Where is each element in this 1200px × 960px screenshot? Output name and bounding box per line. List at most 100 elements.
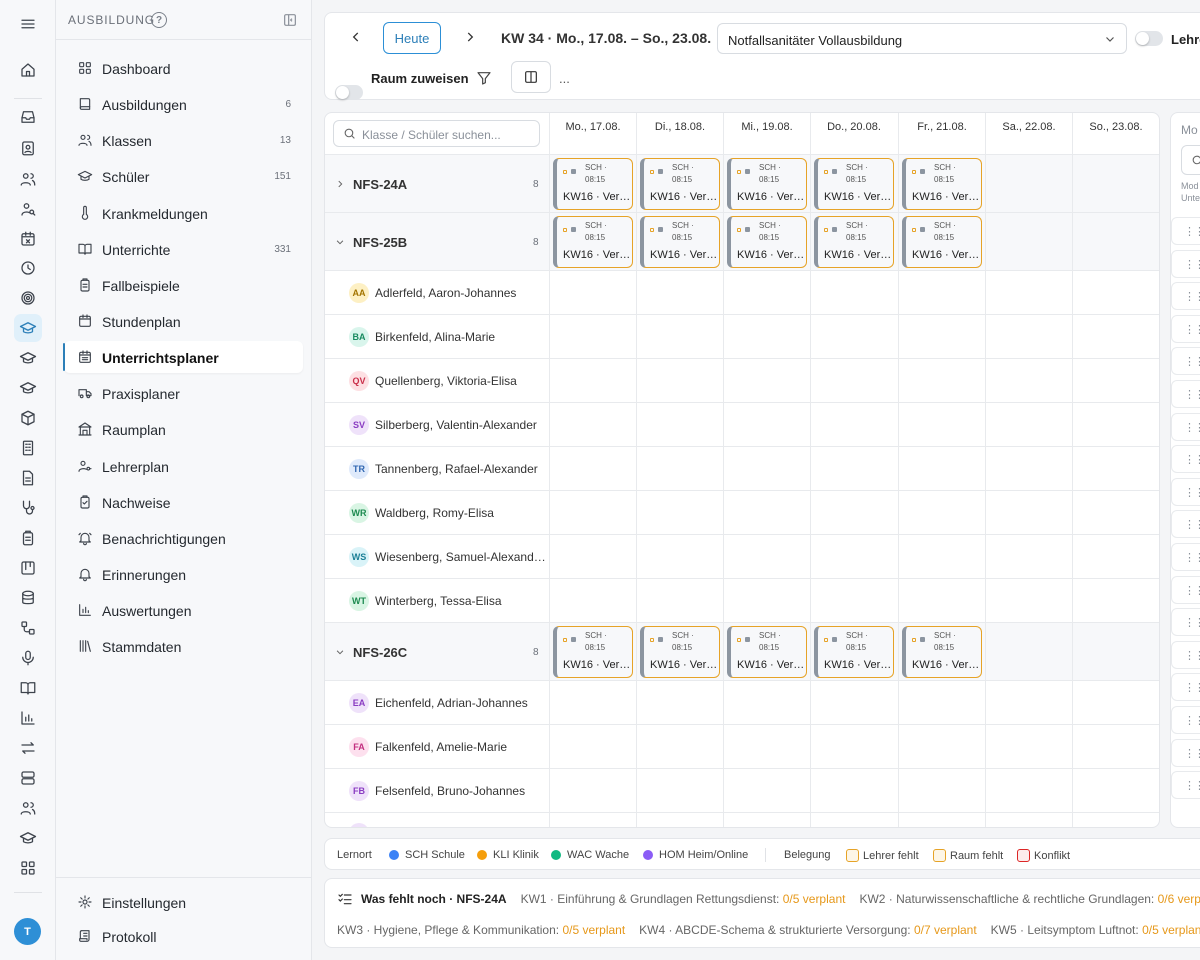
sidebar-item-raumplan[interactable]: Raumplan xyxy=(64,413,303,445)
lesson-chip[interactable]: SCH · 08:15 KW16 · Ver… xyxy=(553,216,633,268)
id-card-icon[interactable] xyxy=(14,134,42,162)
module-drag-item[interactable]: ⋮⋮ xyxy=(1171,738,1200,767)
student-name[interactable]: Tannenberg, Rafael-Alexander xyxy=(375,462,538,476)
workflow-icon[interactable] xyxy=(14,614,42,642)
student-name[interactable]: Waldberg, Romy-Elisa xyxy=(375,506,494,520)
student-name[interactable]: Wiesenberg, Samuel-Alexand… xyxy=(375,550,546,564)
student-name[interactable]: Birkenfeld, Alina-Marie xyxy=(375,330,495,344)
lesson-chip[interactable]: SCH · 08:15 KW16 · Ver… xyxy=(814,216,894,268)
clock-icon[interactable] xyxy=(14,254,42,282)
sidebar-item-dashboard[interactable]: Dashboard xyxy=(64,52,303,84)
student-name[interactable]: Silberberg, Valentin-Alexander xyxy=(375,418,537,432)
document-icon[interactable] xyxy=(14,464,42,492)
chevron-down-icon[interactable] xyxy=(335,237,345,247)
today-button[interactable]: Heute xyxy=(383,22,441,54)
lesson-chip[interactable]: SCH · 08:15 KW16 · Ver… xyxy=(640,216,720,268)
sidebar-item-stundenplan[interactable]: Stundenplan xyxy=(64,305,303,337)
lesson-chip[interactable]: SCH · 08:15 KW16 · Ver… xyxy=(727,216,807,268)
sidebar-item-einstellungen[interactable]: Einstellungen xyxy=(64,886,303,918)
target-icon[interactable] xyxy=(14,284,42,312)
lesson-chip[interactable]: SCH · 08:15 KW16 · Ver… xyxy=(727,626,807,678)
graduation-cap-icon[interactable] xyxy=(14,344,42,372)
student-name[interactable]: Falkenfeld, Amelie-Marie xyxy=(375,740,507,754)
clipboard-icon[interactable] xyxy=(14,524,42,552)
sidebar-item-lehrerplan[interactable]: Lehrerplan xyxy=(64,450,303,482)
chevron-right-icon[interactable] xyxy=(335,179,345,189)
sidebar-item-nachweise[interactable]: Nachweise xyxy=(64,486,303,518)
collapse-sidebar-icon[interactable] xyxy=(282,12,298,28)
missing-item[interactable]: KW2 · Naturwissenschaftliche & rechtlich… xyxy=(859,892,1200,906)
module-drag-item[interactable]: ⋮⋮ xyxy=(1171,249,1200,278)
lesson-chip[interactable]: SCH · 08:15 KW16 · Ver… xyxy=(814,158,894,210)
missing-item[interactable]: KW3 · Hygiene, Pflege & Kommunikation: 0… xyxy=(337,923,625,937)
filter-icon[interactable] xyxy=(476,70,492,86)
module-drag-item[interactable]: ⋮⋮ xyxy=(1171,477,1200,506)
lesson-chip[interactable]: SCH · 08:15 KW16 · Ver… xyxy=(902,216,982,268)
server-icon[interactable] xyxy=(14,764,42,792)
student-name[interactable]: Adlerfeld, Aaron-Johannes xyxy=(375,286,516,300)
user-search-icon[interactable] xyxy=(14,195,42,223)
module-drag-item[interactable]: ⋮⋮ xyxy=(1171,706,1200,734)
lesson-chip[interactable]: SCH · 08:15 KW16 · Ver… xyxy=(902,626,982,678)
sidebar-item-unterrichte[interactable]: Unterrichte 331 xyxy=(64,233,303,265)
sidebar-item-klassen[interactable]: Klassen 13 xyxy=(64,124,303,156)
microphone-icon[interactable] xyxy=(14,644,42,672)
sidebar-item-fallbeispiele[interactable]: Fallbeispiele xyxy=(64,269,303,301)
missing-item[interactable]: KW5 · Leitsymptom Luftnot: 0/5 verplant xyxy=(991,923,1200,937)
student-name[interactable]: Felsenfeld, Bruno-Johannes xyxy=(375,784,525,798)
module-drag-item[interactable]: ⋮⋮ xyxy=(1171,445,1200,474)
avatar[interactable]: T xyxy=(14,918,41,945)
lesson-chip[interactable]: SCH · 08:15 KW16 · Ver… xyxy=(640,158,720,210)
chevron-right-icon[interactable] xyxy=(463,30,477,44)
class-student-search-input[interactable]: Klasse / Schüler suchen... xyxy=(333,120,540,147)
kanban-icon[interactable] xyxy=(14,554,42,582)
missing-item[interactable]: KW4 · ABCDE-Schema & strukturierte Verso… xyxy=(639,923,977,937)
sidebar-item-unterrichtsplaner[interactable]: Unterrichtsplaner xyxy=(63,341,303,373)
help-icon[interactable]: ? xyxy=(151,12,167,28)
grid-icon[interactable] xyxy=(14,854,42,882)
module-drag-item[interactable]: ⋮⋮ xyxy=(1171,314,1200,343)
module-drag-item[interactable]: ⋮⋮ xyxy=(1171,771,1200,800)
sidebar-item-erinnerungen[interactable]: Erinnerungen xyxy=(64,558,303,590)
module-drag-item[interactable]: ⋮⋮ xyxy=(1171,412,1200,441)
lesson-chip[interactable]: SCH · 08:15 KW16 · Ver… xyxy=(814,626,894,678)
module-drag-item[interactable]: ⋮⋮ xyxy=(1171,380,1200,408)
student-name[interactable]: Eichenfeld, Adrian-Johannes xyxy=(375,696,528,710)
lesson-chip[interactable]: SCH · 08:15 KW16 · Ver… xyxy=(727,158,807,210)
sidebar-item-krankmeldungen[interactable]: Krankmeldungen xyxy=(64,197,303,229)
teacher-toggle[interactable] xyxy=(1135,31,1163,46)
module-drag-item[interactable]: ⋮⋮ xyxy=(1171,673,1200,702)
module-drag-item[interactable]: ⋮⋮ xyxy=(1171,347,1200,376)
lesson-chip[interactable]: SCH · 08:15 KW16 · Ver… xyxy=(640,626,720,678)
graduation-cap-icon[interactable] xyxy=(14,824,42,852)
sidebar-item-protokoll[interactable]: Protokoll xyxy=(64,920,303,952)
graduation-cap-icon[interactable] xyxy=(14,374,42,402)
menu-icon[interactable] xyxy=(14,10,42,38)
database-icon[interactable] xyxy=(14,584,42,612)
module-drag-item[interactable]: ⋮⋮ xyxy=(1171,575,1200,604)
box-icon[interactable] xyxy=(14,404,42,432)
module-drag-item[interactable]: ⋮⋮ xyxy=(1171,282,1200,311)
missing-item[interactable]: KW1 · Einführung & Grundlagen Rettungsdi… xyxy=(521,892,846,906)
sidebar-item-ausbildungen[interactable]: Ausbildungen 6 xyxy=(64,88,303,120)
arrows-exchange-icon[interactable] xyxy=(14,734,42,762)
lesson-chip[interactable]: SCH · 08:15 KW16 · Ver… xyxy=(553,158,633,210)
sidebar-item-benachrichtigungen[interactable]: Benachrichtigungen xyxy=(64,522,303,554)
module-search-input[interactable] xyxy=(1181,145,1200,175)
module-drag-item[interactable]: ⋮⋮ xyxy=(1171,217,1200,245)
chevron-down-icon[interactable] xyxy=(335,647,345,657)
lesson-chip[interactable]: SCH · 08:15 KW16 · Ver… xyxy=(902,158,982,210)
student-name[interactable]: Winterberg, Tessa-Elisa xyxy=(375,594,502,608)
course-select[interactable]: Notfallsanitäter Vollausbildung xyxy=(717,23,1127,54)
module-drag-item[interactable]: ⋮⋮ xyxy=(1171,510,1200,539)
users-icon[interactable] xyxy=(14,165,42,193)
inbox-icon[interactable] xyxy=(14,103,42,131)
module-drag-item[interactable]: ⋮⋮ xyxy=(1171,608,1200,637)
home-icon[interactable] xyxy=(14,56,42,84)
calendar-x-icon[interactable] xyxy=(14,225,42,253)
student-name[interactable]: Quellenberg, Viktoria-Elisa xyxy=(375,374,517,388)
toggle-panel-button[interactable] xyxy=(511,61,551,93)
building-icon[interactable] xyxy=(14,434,42,462)
chevron-left-icon[interactable] xyxy=(349,30,363,44)
graduation-cap-icon[interactable] xyxy=(14,314,42,342)
